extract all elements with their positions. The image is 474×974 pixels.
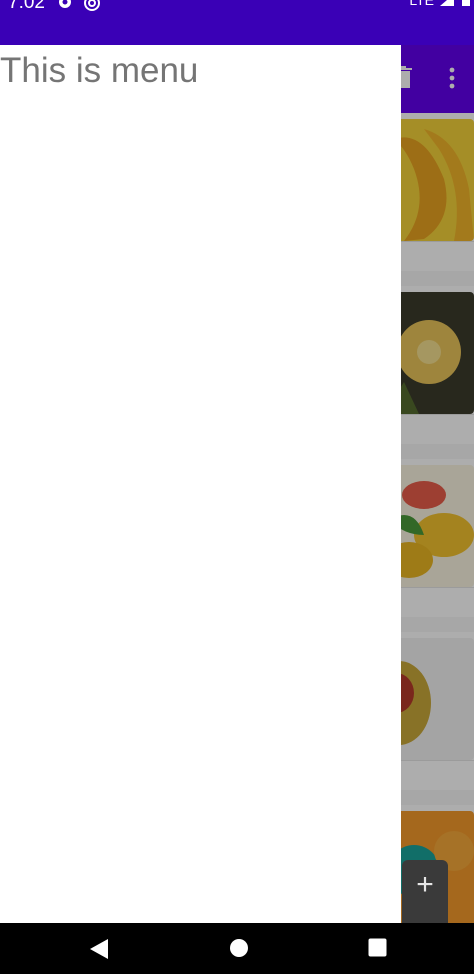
at-sign-icon (84, 0, 100, 11)
zoom-in-button[interactable]: + (402, 862, 448, 908)
gear-icon (59, 0, 71, 8)
status-bar: 7:02 LTE (0, 0, 474, 45)
recents-icon[interactable] (368, 938, 387, 957)
system-nav-bar (0, 923, 474, 974)
battery-icon (462, 0, 470, 6)
navigation-drawer: This is menu (0, 45, 401, 923)
back-icon[interactable] (89, 938, 109, 960)
status-time: 7:02 (8, 0, 45, 13)
home-icon[interactable] (229, 938, 249, 958)
drawer-title: This is menu (0, 51, 199, 90)
network-type: LTE (409, 0, 434, 8)
lte-signal-icon (440, 0, 454, 6)
